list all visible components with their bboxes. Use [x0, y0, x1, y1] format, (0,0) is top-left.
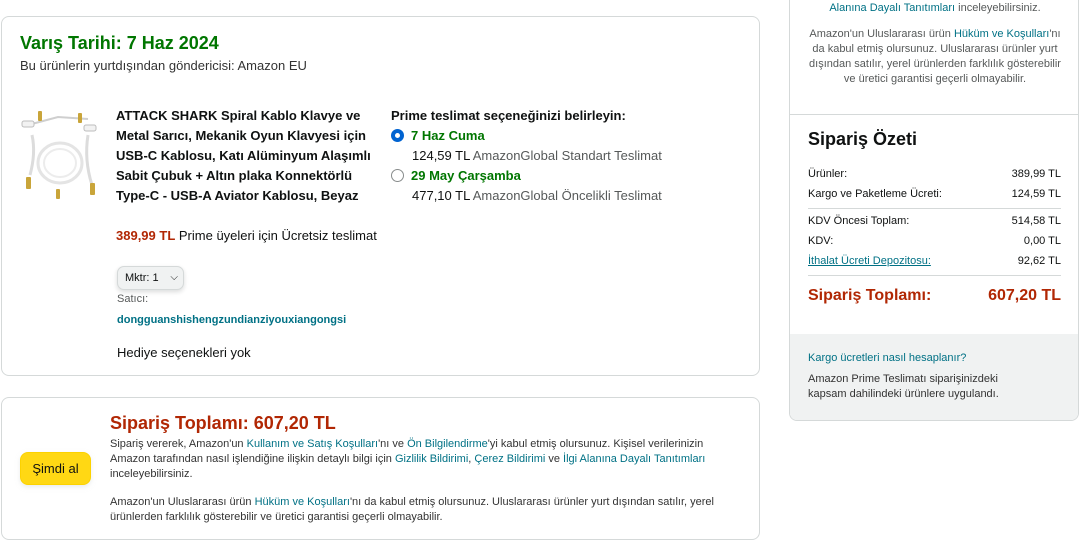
shipping-options-title: Prime teslimat seçeneğinizi belirleyin: — [391, 108, 626, 123]
shipping-calculation-link[interactable]: Kargo ücretleri nasıl hesaplanır? — [808, 352, 966, 364]
international-terms-text: Amazon'un Uluslararası ürün Hüküm ve Koş… — [110, 495, 730, 525]
buy-now-button[interactable]: Şimdi al — [20, 452, 91, 485]
divider — [808, 275, 1061, 276]
shipping-option-price: 124,59 TL — [412, 148, 470, 163]
summary-row-value: 0,00 TL — [1023, 235, 1061, 247]
arrival-date-heading: Varış Tarihi: 7 Haz 2024 — [20, 33, 219, 53]
pre-information-link[interactable]: Ön Bilgilendirme — [407, 438, 488, 450]
product-price: 389,99 TL — [116, 228, 176, 243]
summary-total-value: 607,20 TL — [988, 287, 1061, 304]
legal-text: 'nı ve — [378, 438, 408, 450]
summary-row-value: 389,99 TL — [1011, 168, 1061, 180]
order-summary-sidebar: Alanına Dayalı Tanıtımları inceleyebilir… — [789, 0, 1079, 421]
divider — [790, 114, 1078, 115]
shipping-option-date: 29 May Çarşamba — [411, 168, 521, 183]
interest-based-ads-link[interactable]: Alanına Dayalı Tanıtımları — [829, 2, 955, 14]
prime-delivery-note: Amazon Prime Teslimatı siparişinizdeki k… — [808, 373, 999, 400]
quantity-value: 1 — [152, 272, 159, 284]
sidebar-legal-text: Alanına Dayalı Tanıtımları inceleyebilir… — [790, 1, 1078, 16]
seller-name-link[interactable]: dongguanshishengzundianziyouxiangongsi — [117, 314, 346, 326]
delivery-card: Varış Tarihi: 7 Haz 2024 Bu ürünlerin yu… — [1, 16, 760, 376]
sidebar-international-terms: Amazon'un Uluslararası ürün Hüküm ve Koş… — [806, 27, 1064, 87]
cookie-notice-link[interactable]: Çerez Bildirimi — [474, 453, 545, 465]
product-price-line: 389,99 TL Prime üyeleri için Ücretsiz te… — [116, 226, 378, 246]
seller-label: Satıcı: — [117, 293, 149, 305]
divider — [808, 208, 1061, 209]
legal-text: inceleyebilirsiniz. — [955, 2, 1041, 14]
shipping-option-date: 7 Haz Cuma — [411, 128, 485, 143]
legal-text: ve — [545, 453, 564, 465]
quantity-label: Mktr: — [125, 272, 150, 284]
summary-row-subtotal: KDV Öncesi Toplam: 514,58 TL — [808, 215, 1061, 227]
shipping-option-detail: 124,59 TL AmazonGlobal Standart Teslimat — [412, 148, 662, 163]
international-terms-link[interactable]: Hüküm ve Koşulları — [954, 28, 1049, 40]
order-summary-title: Sipariş Özeti — [808, 129, 918, 149]
chevron-down-icon: ⌵ — [170, 272, 178, 283]
gift-options-text: Hediye seçenekleri yok — [117, 345, 251, 360]
shipping-option-method: AmazonGlobal Öncelikli Teslimat — [472, 188, 662, 203]
summary-row-value: 514,58 TL — [1011, 215, 1061, 227]
import-fee-deposit-link[interactable]: İthalat Ücreti Depozitosu: — [808, 255, 931, 267]
shipping-option-method: AmazonGlobal Standart Teslimat — [472, 148, 662, 163]
summary-row-items: Ürünler: 389,99 TL — [808, 168, 1061, 180]
interest-based-ads-link[interactable]: İlgi Alanına Dayalı Tanıtımları — [563, 453, 705, 465]
international-terms-link[interactable]: Hüküm ve Koşulları — [255, 496, 350, 508]
shipper-info: Bu ürünlerin yurtdışından göndericisi: A… — [20, 58, 307, 73]
summary-row-shipping: Kargo ve Paketleme Ücreti: 124,59 TL — [808, 188, 1061, 200]
order-total-value: 607,20 TL — [253, 413, 336, 433]
usb-c-coiled-cable-product-image[interactable] — [18, 105, 102, 205]
order-legal-text: Sipariş vererek, Amazon'un Kullanım ve S… — [110, 437, 710, 482]
order-total-label: Sipariş Toplamı: — [110, 413, 249, 433]
summary-row-vat: KDV: 0,00 TL — [808, 235, 1061, 247]
legal-text: Amazon'un Uluslararası ürün — [809, 28, 954, 40]
summary-row-value: 92,62 TL — [1017, 255, 1061, 267]
legal-text: Sipariş vererek, Amazon'un — [110, 438, 247, 450]
shipping-option-price: 477,10 TL — [412, 188, 470, 203]
place-order-card: Şimdi al Sipariş Toplamı: 607,20 TL Sipa… — [1, 397, 760, 540]
legal-text: inceleyebilirsiniz. — [110, 468, 193, 480]
summary-row-label: KDV: — [808, 235, 834, 247]
summary-row-label: Ürünler: — [808, 168, 848, 180]
summary-row-value: 124,59 TL — [1011, 188, 1061, 200]
summary-row-total: Sipariş Toplamı: 607,20 TL — [808, 287, 1061, 305]
product-title[interactable]: ATTACK SHARK Spiral Kablo Klavye ve Meta… — [116, 106, 378, 206]
radio-unselected-icon[interactable] — [391, 169, 404, 182]
privacy-notice-link[interactable]: Gizlilik Bildirimi — [395, 453, 468, 465]
terms-of-sale-link[interactable]: Kullanım ve Satış Koşulları — [247, 438, 378, 450]
sidebar-info-box: Kargo ücretleri nasıl hesaplanır? Amazon… — [790, 334, 1078, 420]
quantity-dropdown[interactable]: Mktr: 1 ⌵ — [117, 266, 184, 290]
summary-row-import-deposit: İthalat Ücreti Depozitosu: 92,62 TL — [808, 255, 1061, 267]
summary-total-label: Sipariş Toplamı: — [808, 287, 932, 304]
prime-free-delivery-note: Prime üyeleri için Ücretsiz teslimat — [178, 228, 377, 243]
shipping-option-detail: 477,10 TL AmazonGlobal Öncelikli Teslima… — [412, 188, 662, 203]
order-total: Sipariş Toplamı: 607,20 TL — [110, 413, 336, 434]
summary-row-label: KDV Öncesi Toplam: — [808, 215, 910, 227]
summary-row-label: Kargo ve Paketleme Ücreti: — [808, 188, 942, 200]
legal-text: Amazon'un Uluslararası ürün — [110, 496, 255, 508]
radio-selected-icon[interactable] — [391, 129, 404, 142]
